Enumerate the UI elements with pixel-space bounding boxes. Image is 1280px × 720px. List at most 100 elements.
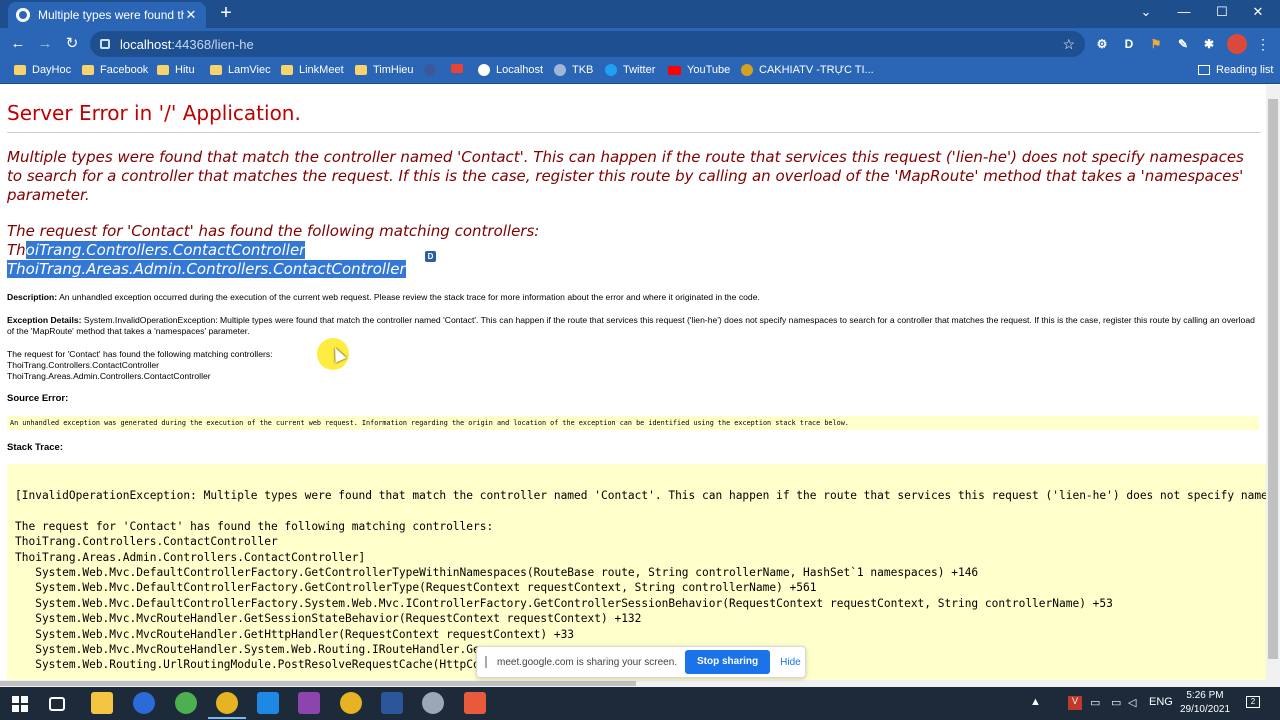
notification-icon[interactable]: 2 <box>1246 696 1260 708</box>
source-error-label: Source Error: <box>7 393 69 404</box>
windows-start-icon[interactable] <box>12 696 28 712</box>
task-view-icon[interactable] <box>49 697 65 711</box>
volume-icon[interactable]: ◁ <box>1128 696 1136 709</box>
request-intro: The request for 'Contact' has found the … <box>7 222 540 240</box>
bookmark-linkmeet[interactable]: LinkMeet <box>281 64 344 76</box>
puzzle-icon[interactable]: ✱ <box>1201 36 1217 52</box>
bookmark-timhieu[interactable]: TimHieu <box>355 64 414 76</box>
description-label: Description: <box>7 292 58 302</box>
word-icon[interactable] <box>381 692 403 714</box>
close-tab-icon[interactable]: ✕ <box>184 7 198 23</box>
bookmark-facebook[interactable]: Facebook <box>82 64 148 76</box>
tray-app-icon[interactable]: V <box>1068 696 1082 710</box>
close-window-button[interactable]: ✕ <box>1243 4 1273 20</box>
stop-sharing-button[interactable]: Stop sharing <box>685 650 771 674</box>
system-clock[interactable]: 5:26 PM 29/10/2021 <box>1170 689 1240 717</box>
bookmark-star-icon[interactable]: ☆ <box>1062 36 1075 53</box>
lock-icon[interactable] <box>100 39 110 49</box>
small-controller-2: ThoiTrang.Areas.Admin.Controllers.Contac… <box>7 371 211 381</box>
folder-icon <box>355 65 367 75</box>
maximize-button[interactable]: ☐ <box>1207 4 1237 20</box>
scrollbar-thumb[interactable] <box>1268 99 1278 659</box>
tab-search-icon[interactable]: ⌄ <box>1131 4 1161 20</box>
controller-line-1: ThoiTrang.Controllers.ContactController <box>7 241 1007 260</box>
folder-icon <box>82 65 94 75</box>
horizontal-scrollbar[interactable] <box>0 680 1266 687</box>
browser-tab[interactable]: Multiple types were found that m ✕ <box>8 2 206 28</box>
reload-icon[interactable]: ↻ <box>62 34 82 54</box>
paint-app-icon[interactable] <box>175 692 197 714</box>
vscode-icon[interactable] <box>257 692 279 714</box>
bookmark-localhost[interactable]: Localhost <box>478 64 543 76</box>
gmail-icon <box>451 64 463 73</box>
chrome-profile-icon[interactable] <box>340 692 362 714</box>
vertical-scrollbar[interactable] <box>1266 85 1280 687</box>
screen-share-bar: meet.google.com is sharing your screen. … <box>476 646 806 678</box>
small-matching-controllers: The request for 'Contact' has found the … <box>7 349 273 382</box>
tab-title: Multiple types were found that m <box>38 8 184 22</box>
new-tab-button[interactable]: + <box>216 3 236 24</box>
minimize-button[interactable]: — <box>1169 4 1199 19</box>
description-text: An unhandled exception occurred during t… <box>59 292 760 302</box>
cakhiatv-icon <box>741 64 753 76</box>
bookmark-gmail-icon[interactable] <box>451 64 463 73</box>
visual-studio-icon[interactable] <box>298 692 320 714</box>
tkb-icon <box>554 64 566 76</box>
page-title: Server Error in '/' Application. <box>7 101 301 125</box>
app-icon-2[interactable] <box>422 692 444 714</box>
hide-button[interactable]: Hide <box>780 657 801 668</box>
globe-icon <box>478 64 490 76</box>
bookmark-cakhiatv[interactable]: CAKHIATV -TRỰC TI... <box>741 64 874 76</box>
extension-icon[interactable]: ⚙ <box>1094 36 1110 52</box>
tray-up-icon[interactable]: ▲ <box>1030 696 1041 708</box>
extension-d-icon[interactable]: D <box>1121 36 1137 52</box>
description: Description: An unhandled exception occu… <box>7 292 1257 303</box>
bookmark-twitter[interactable]: Twitter <box>605 64 655 76</box>
bookmark-hitu[interactable]: Hitu <box>157 64 195 76</box>
folder-icon <box>157 65 169 75</box>
selection-extension-badge[interactable]: D <box>425 251 436 262</box>
extension-pen-icon[interactable]: ✎ <box>1175 36 1191 52</box>
error-message: Multiple types were found that match the… <box>7 148 1244 204</box>
bookmarks-bar: DayHoc Facebook Hitu LamViec LinkMeet Ti… <box>0 60 1280 84</box>
menu-icon[interactable]: ⋮ <box>1256 34 1270 54</box>
url-path: :44368/lien-he <box>171 36 254 52</box>
share-message: meet.google.com is sharing your screen. <box>497 656 678 668</box>
bookmark-youtube[interactable]: YouTube <box>668 64 730 76</box>
network-icon[interactable]: ▭ <box>1090 696 1100 709</box>
controller-1-prefix: Th <box>7 241 26 259</box>
bookmark-tkb[interactable]: TKB <box>554 64 593 76</box>
folder-icon <box>14 65 26 75</box>
reading-list-button[interactable]: Reading list <box>1198 64 1273 76</box>
tray-icon[interactable]: ▭ <box>1111 696 1121 709</box>
file-explorer-icon[interactable] <box>91 692 113 714</box>
clock-date: 29/10/2021 <box>1179 704 1231 715</box>
exception-details: Exception Details: System.InvalidOperati… <box>7 315 1257 337</box>
browser-toolbar: ← → ↻ localhost:44368/lien-he ☆ ⚙ D ⚑ ✎ … <box>0 28 1280 60</box>
chrome-icon[interactable] <box>208 692 246 719</box>
matching-controllers: The request for 'Contact' has found the … <box>7 222 1007 279</box>
folder-icon <box>210 65 222 75</box>
bookmark-facebook-icon[interactable] <box>424 64 436 76</box>
hscrollbar-thumb[interactable] <box>0 681 636 686</box>
exception-label: Exception Details: <box>7 315 82 325</box>
tab-strip: Multiple types were found that m ✕ + ⌄ —… <box>0 0 1280 28</box>
bookmark-dayhoc[interactable]: DayHoc <box>14 64 71 76</box>
drag-handle-icon[interactable] <box>485 656 487 668</box>
extension-flag-icon[interactable]: ⚑ <box>1148 36 1164 52</box>
bookmark-lamviec[interactable]: LamViec <box>210 64 271 76</box>
address-bar[interactable]: localhost:44368/lien-he ☆ <box>90 31 1085 57</box>
twitter-icon <box>605 64 617 76</box>
app-icon-3[interactable] <box>464 692 486 714</box>
controller-1-selected: oiTrang.Controllers.ContactController <box>25 241 306 259</box>
controller-2-selected: ThoiTrang.Areas.Admin.Controllers.Contac… <box>7 260 406 278</box>
facebook-icon <box>424 64 436 76</box>
small-request-intro: The request for 'Contact' has found the … <box>7 349 273 359</box>
forward-icon[interactable]: → <box>35 34 55 54</box>
app-icon[interactable] <box>133 692 155 714</box>
url-host: localhost <box>120 36 172 52</box>
profile-avatar[interactable] <box>1227 34 1247 54</box>
back-icon[interactable]: ← <box>8 34 28 54</box>
small-controller-1: ThoiTrang.Controllers.ContactController <box>7 360 160 370</box>
divider <box>7 132 1261 133</box>
